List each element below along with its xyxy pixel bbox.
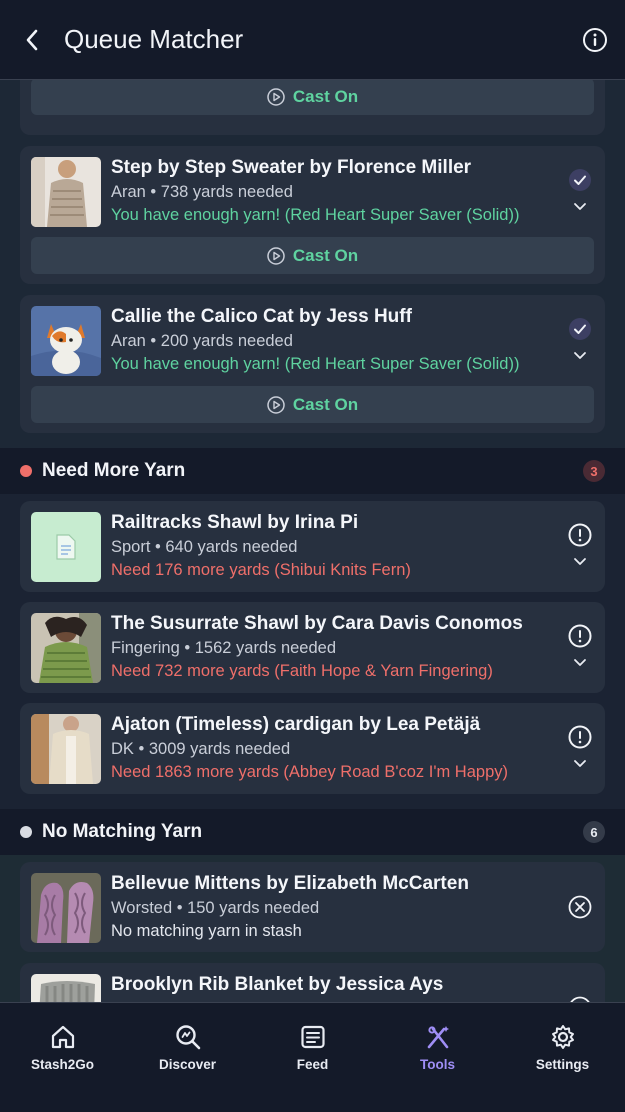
project-thumbnail xyxy=(31,873,101,943)
cast-on-label: Cast On xyxy=(292,245,359,265)
play-circle-icon xyxy=(267,246,285,265)
tab-feed[interactable]: Feed xyxy=(250,1003,375,1112)
warning-badge[interactable] xyxy=(567,623,593,649)
queue-list[interactable]: Cast On Step by Step Sweater by Florence… xyxy=(0,80,625,1002)
project-card-partial: Cast On xyxy=(20,80,605,135)
project-thumbnail xyxy=(31,613,101,683)
check-circle-icon xyxy=(569,318,591,340)
project-title: Step by Step Sweater by Florence Miller xyxy=(111,157,472,178)
project-status: Need 176 more yards (Shibui Knits Fern) xyxy=(111,561,411,579)
status-dot xyxy=(20,465,32,477)
project-status: You have enough yarn! (Red Heart Super S… xyxy=(111,355,520,373)
chevron-down-icon xyxy=(574,658,586,666)
tools-icon xyxy=(427,1026,449,1049)
info-icon xyxy=(583,27,607,52)
no-match-badge[interactable] xyxy=(567,894,593,920)
project-subtitle: Aran • 738 yards needed xyxy=(111,183,293,201)
project-subtitle: Aran • 200 yards needed xyxy=(111,332,293,350)
alert-circle-icon xyxy=(568,624,592,648)
chevron-down-icon xyxy=(574,557,586,565)
chevron-down-icon xyxy=(574,759,586,767)
tab-label: Discover xyxy=(158,1057,217,1072)
chevron-left-icon xyxy=(26,29,38,50)
section-title: No Matching Yarn xyxy=(42,821,203,842)
home-icon xyxy=(51,1025,74,1049)
document-icon xyxy=(56,534,76,560)
warning-badge[interactable] xyxy=(567,522,593,548)
project-subtitle: Worsted • 150 yards needed xyxy=(111,899,320,917)
page-title: Queue Matcher xyxy=(64,24,244,54)
project-thumbnail xyxy=(31,306,101,376)
cast-on-label: Cast On xyxy=(292,394,359,414)
project-thumbnail xyxy=(31,157,101,227)
tab-tools[interactable]: Tools xyxy=(375,1003,500,1112)
project-subtitle: Fingering • 1562 yards needed xyxy=(111,639,337,657)
project-card[interactable]: Brooklyn Rib Blanket by Jessica Ays xyxy=(20,963,605,1002)
chevron-down-icon xyxy=(574,351,586,359)
info-button[interactable] xyxy=(565,0,625,80)
project-thumbnail xyxy=(31,974,101,1002)
cast-on-label: Cast On xyxy=(292,86,359,106)
pattern-document-thumbnail xyxy=(31,512,101,582)
top-app-bar: Queue Matcher xyxy=(0,0,625,80)
cast-on-button[interactable]: Cast On xyxy=(31,80,594,115)
cast-on-button[interactable]: Cast On xyxy=(31,386,594,423)
gear-icon xyxy=(551,1025,574,1049)
no-match-badge[interactable] xyxy=(567,995,593,1002)
bottom-tab-bar: Stash2Go Discover Feed Tools Settings xyxy=(0,1002,625,1112)
alert-circle-icon xyxy=(568,725,592,749)
tab-label: Settings xyxy=(535,1057,590,1072)
project-title: Callie the Calico Cat by Jess Huff xyxy=(111,306,412,327)
check-circle-icon xyxy=(569,169,591,191)
project-card[interactable]: Bellevue Mittens by Elizabeth McCarten W… xyxy=(20,862,605,952)
expand-button[interactable] xyxy=(571,346,589,364)
project-status: No matching yarn in stash xyxy=(111,922,302,940)
count-badge: 6 xyxy=(583,821,605,843)
project-title: Bellevue Mittens by Elizabeth McCarten xyxy=(111,873,469,894)
section-header-no-match[interactable]: No Matching Yarn 6 xyxy=(0,809,625,855)
project-thumbnail xyxy=(31,714,101,784)
cast-on-button[interactable]: Cast On xyxy=(31,237,594,274)
project-subtitle: Sport • 640 yards needed xyxy=(111,538,298,556)
project-card[interactable]: Railtracks Shawl by Irina Pi Sport • 640… xyxy=(20,501,605,592)
project-title: The Susurrate Shawl by Cara Davis Conomo… xyxy=(111,613,523,634)
expand-button[interactable] xyxy=(571,552,589,570)
chevron-down-icon xyxy=(574,202,586,210)
project-card[interactable]: Step by Step Sweater by Florence Miller … xyxy=(20,146,605,284)
x-circle-icon xyxy=(568,895,592,919)
warning-badge[interactable] xyxy=(567,724,593,750)
expand-button[interactable] xyxy=(571,197,589,215)
expand-button[interactable] xyxy=(571,653,589,671)
expand-button[interactable] xyxy=(571,754,589,772)
feed-icon xyxy=(300,1025,325,1049)
check-badge[interactable] xyxy=(567,316,593,342)
count-badge: 3 xyxy=(583,460,605,482)
project-title: Brooklyn Rib Blanket by Jessica Ays xyxy=(111,974,444,995)
tab-settings[interactable]: Settings xyxy=(500,1003,625,1112)
project-card[interactable]: Callie the Calico Cat by Jess Huff Aran … xyxy=(20,295,605,433)
tab-stash2go[interactable]: Stash2Go xyxy=(0,1003,125,1112)
status-dot xyxy=(20,826,32,838)
tab-label: Stash2Go xyxy=(30,1057,95,1072)
project-card[interactable]: The Susurrate Shawl by Cara Davis Conomo… xyxy=(20,602,605,693)
project-status: Need 1863 more yards (Abbey Road B'coz I… xyxy=(111,763,508,781)
project-subtitle: DK • 3009 yards needed xyxy=(111,740,291,758)
back-button[interactable] xyxy=(0,0,64,80)
play-circle-icon xyxy=(267,395,285,414)
project-status: Need 732 more yards (Faith Hope & Yarn F… xyxy=(111,662,493,680)
project-status: You have enough yarn! (Red Heart Super S… xyxy=(111,206,520,224)
tab-label: Tools xyxy=(420,1057,455,1072)
check-badge[interactable] xyxy=(567,167,593,193)
play-circle-icon xyxy=(267,87,285,106)
tab-discover[interactable]: Discover xyxy=(125,1003,250,1112)
project-title: Railtracks Shawl by Irina Pi xyxy=(111,512,359,533)
tab-label: Feed xyxy=(296,1057,329,1072)
alert-circle-icon xyxy=(568,523,592,547)
discover-search-icon xyxy=(175,1025,200,1050)
section-header-need-more[interactable]: Need More Yarn 3 xyxy=(0,448,625,494)
project-title: Ajaton (Timeless) cardigan by Lea Petäjä xyxy=(111,714,481,735)
section-title: Need More Yarn xyxy=(42,460,186,481)
project-card[interactable]: Ajaton (Timeless) cardigan by Lea Petäjä… xyxy=(20,703,605,794)
